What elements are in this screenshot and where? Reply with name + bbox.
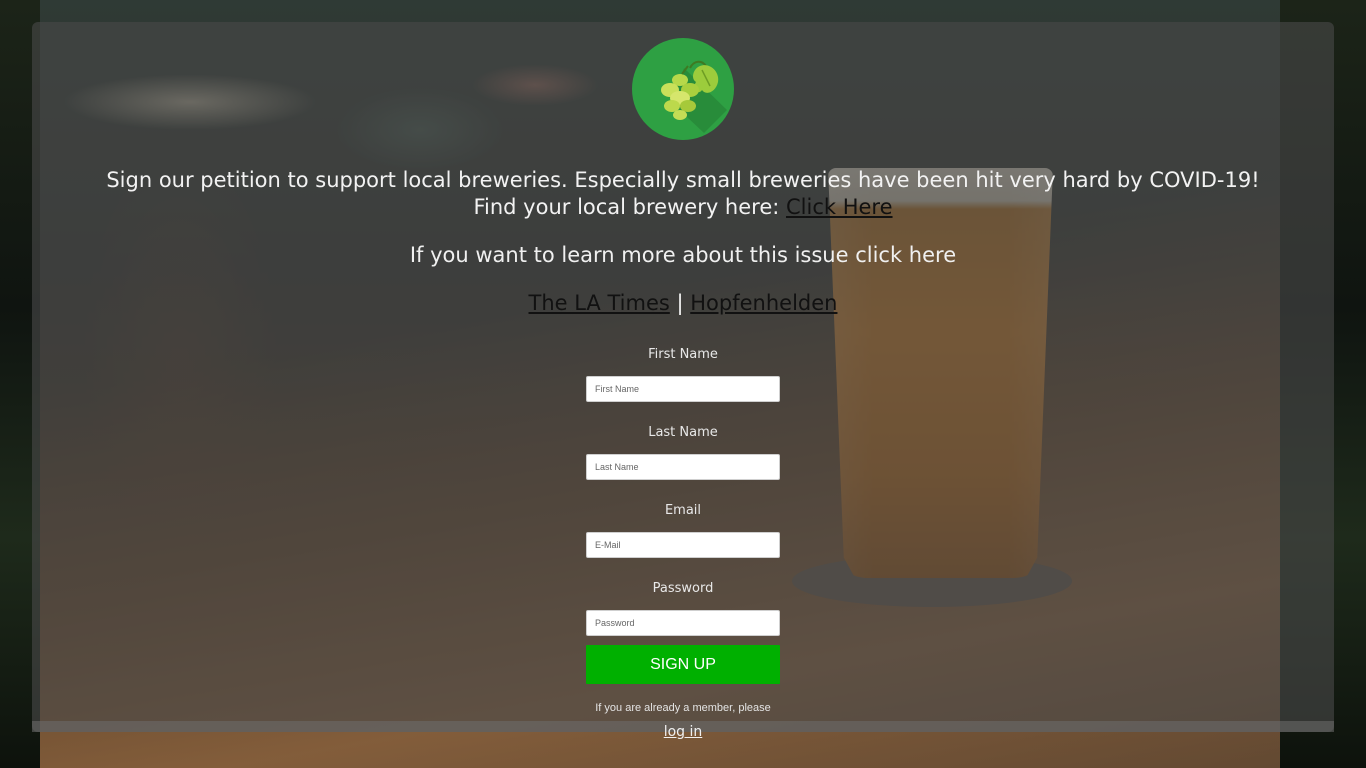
source-links: The LA Times | Hopfenhelden <box>32 290 1334 317</box>
password-field[interactable] <box>586 610 780 636</box>
first-name-field[interactable] <box>586 376 780 402</box>
find-brewery-link[interactable]: Click Here <box>786 195 893 219</box>
main-content: Sign our petition to support local brewe… <box>32 22 1334 740</box>
source-separator: | <box>669 291 691 315</box>
signup-form: First Name Last Name Email Password SIGN… <box>586 346 780 740</box>
email-label: Email <box>664 503 702 518</box>
first-name-label: First Name <box>648 347 718 362</box>
petition-headline: Sign our petition to support local brewe… <box>32 167 1334 221</box>
last-name-field[interactable] <box>586 454 780 480</box>
petition-line-1: Sign our petition to support local brewe… <box>106 168 1260 192</box>
learn-more-text: If you want to learn more about this iss… <box>409 243 957 267</box>
hop-logo-icon <box>632 38 734 140</box>
last-name-label: Last Name <box>648 425 718 440</box>
hopfenhelden-link[interactable]: Hopfenhelden <box>690 291 837 315</box>
email-field[interactable] <box>586 532 780 558</box>
petition-line-2-prefix: Find your local brewery here: <box>473 195 786 219</box>
password-label: Password <box>652 581 714 596</box>
log-in-link[interactable]: log in <box>664 724 703 740</box>
sign-up-button[interactable]: SIGN UP <box>586 645 780 684</box>
la-times-link[interactable]: The LA Times <box>529 291 670 315</box>
member-note: If you are already a member, please <box>595 702 771 714</box>
